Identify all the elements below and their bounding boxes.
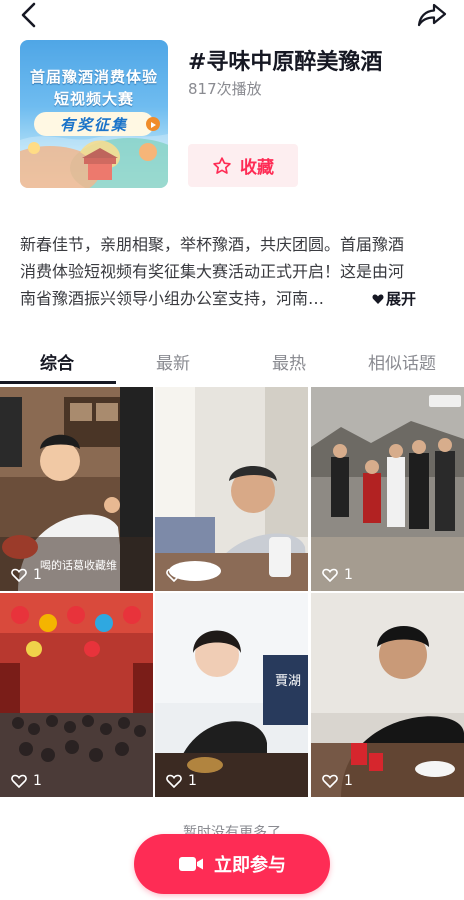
- heart-outline-icon: [11, 774, 27, 788]
- video-thumbnail[interactable]: 喝的话葛收藏维 1: [0, 387, 153, 591]
- heart-outline-icon: [166, 774, 182, 788]
- favorite-label: 收藏: [240, 158, 274, 178]
- favorite-button[interactable]: 收藏: [188, 144, 298, 187]
- share-button[interactable]: [416, 2, 448, 28]
- like-count: 1: [11, 773, 42, 789]
- expand-label: 展开: [386, 290, 417, 308]
- active-tab-indicator: [0, 381, 116, 384]
- topic-cover-image: 首届豫酒消费体验 短视频大赛 有奖征集: [20, 40, 168, 188]
- video-preview-image: [0, 593, 153, 797]
- video-preview-image: 喝的话葛收藏维: [0, 387, 153, 591]
- video-thumbnail[interactable]: 4: [155, 387, 308, 591]
- description-line: 消费体验短视频有奖征集大赛活动正式开启！这是由河: [20, 262, 405, 281]
- video-thumbnail[interactable]: 1: [0, 593, 153, 797]
- star-icon: [213, 156, 231, 174]
- share-arrow-icon: [417, 3, 447, 27]
- heart-outline-icon: [11, 568, 27, 582]
- video-caption: 喝的话葛收藏维: [40, 558, 117, 572]
- tab-latest[interactable]: 最新: [156, 349, 190, 374]
- back-button[interactable]: [14, 2, 44, 28]
- heart-outline-icon: [322, 774, 338, 788]
- play-count: 817次播放: [188, 80, 262, 98]
- like-count: 1: [322, 567, 353, 583]
- like-count-value: 4: [188, 567, 197, 583]
- video-thumbnail[interactable]: 1: [311, 387, 464, 591]
- topic-title: #寻味中原醉美豫酒: [188, 50, 383, 75]
- tab-comprehensive[interactable]: 综合: [40, 349, 74, 374]
- like-count-value: 1: [33, 567, 42, 583]
- video-preview-image: [311, 593, 464, 797]
- like-count: 1: [166, 773, 197, 789]
- like-count-value: 1: [344, 773, 353, 789]
- bottle-seal-text: 賈湖: [275, 674, 301, 689]
- heart-outline-icon: [166, 568, 182, 582]
- like-count-value: 1: [188, 773, 197, 789]
- heart-icon: [372, 294, 384, 304]
- video-preview-image: 賈湖: [155, 593, 308, 797]
- like-count: 4: [166, 567, 197, 583]
- cover-title-line-2: 短视频大赛: [53, 90, 134, 108]
- video-camera-icon: [179, 857, 203, 871]
- cover-title-line-1: 首届豫酒消费体验: [29, 68, 158, 86]
- video-preview-image: [155, 387, 308, 591]
- participate-now-label: 立即参与: [214, 855, 286, 876]
- heart-outline-icon: [322, 568, 338, 582]
- expand-description-button[interactable]: 展开: [372, 285, 416, 312]
- top-bar: [0, 0, 464, 30]
- video-thumbnail[interactable]: 1: [311, 593, 464, 797]
- like-count-value: 1: [344, 567, 353, 583]
- chevron-left-icon: [21, 2, 36, 28]
- video-preview-image: [311, 387, 464, 591]
- participate-now-button[interactable]: 立即参与: [134, 834, 330, 894]
- description-line: 新春佳节，亲朋相聚，举杯豫酒，共庆团圆。首届豫酒: [20, 235, 405, 254]
- tab-bar: 综合 最新 最热 相似话题: [0, 343, 464, 385]
- play-circle-icon: [146, 117, 160, 131]
- like-count-value: 1: [33, 773, 42, 789]
- like-count: 1: [11, 567, 42, 583]
- tab-hottest[interactable]: 最热: [272, 349, 306, 374]
- tab-similar-topics[interactable]: 相似话题: [368, 349, 436, 374]
- like-count: 1: [322, 773, 353, 789]
- video-thumbnail[interactable]: 賈湖 1: [155, 593, 308, 797]
- video-grid: 喝的话葛收藏维 1 4 1 1 賈湖 1 1: [0, 387, 464, 797]
